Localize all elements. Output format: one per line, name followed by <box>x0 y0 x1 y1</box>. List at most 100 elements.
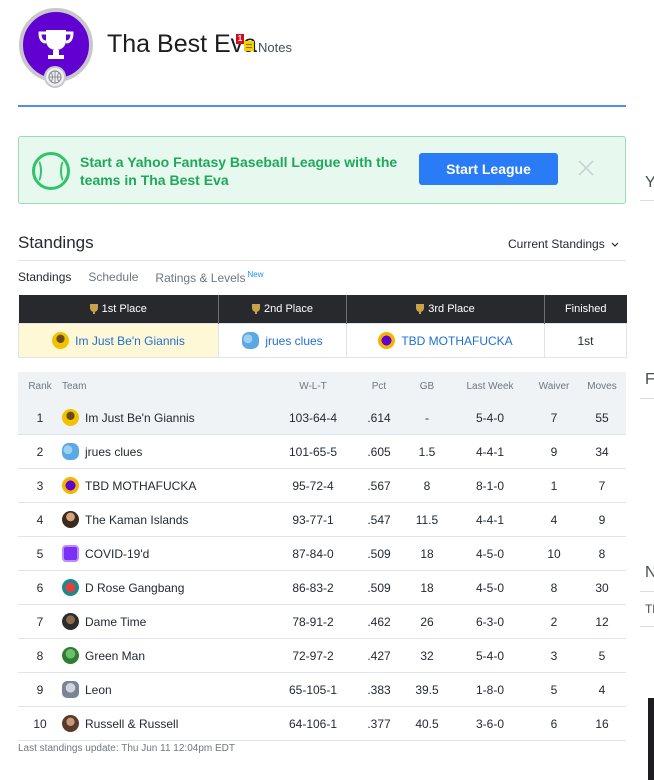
waiver: 6 <box>530 706 578 741</box>
table-row: 6 D Rose Gangbang 86-83-2 .509 18 4-5-0 … <box>18 570 626 605</box>
pct: .509 <box>354 570 404 605</box>
league-title: Tha Best Eva <box>107 30 258 58</box>
team-name-link[interactable]: The Kaman Islands <box>85 513 188 527</box>
wlt: 65-105-1 <box>272 672 354 707</box>
col-pct[interactable]: Pct <box>354 372 404 401</box>
place-header-1: 1st Place <box>18 295 219 324</box>
pct: .383 <box>354 672 404 707</box>
gb: 8 <box>404 468 450 503</box>
team-avatar <box>52 332 70 349</box>
team-avatar <box>62 613 79 630</box>
pct: .547 <box>354 502 404 537</box>
third-place-team-link[interactable]: TBD MOTHAFUCKA <box>401 334 512 348</box>
last-week: 6-3-0 <box>450 604 530 639</box>
last-week: 8-1-0 <box>450 468 530 503</box>
standings-subtabs: Standings Schedule Ratings & Levels New <box>18 270 280 285</box>
place-header-3: 3rd Place <box>346 295 545 324</box>
right-heading-1: Y <box>645 174 654 191</box>
second-place-team-link[interactable]: jrues clues <box>265 334 322 348</box>
col-team[interactable]: Team <box>62 372 272 401</box>
wlt: 86-83-2 <box>272 570 354 605</box>
standings-table: Rank Team W-L-T Pct GB Last Week Waiver … <box>18 372 626 741</box>
table-row: 1 Im Just Be'n Giannis 103-64-4 .614 - 5… <box>18 401 626 435</box>
rank: 2 <box>18 434 62 469</box>
team-name-link[interactable]: D Rose Gangbang <box>85 581 184 595</box>
standings-view-dropdown[interactable]: Current Standings <box>508 237 619 251</box>
wlt: 64-106-1 <box>272 706 354 741</box>
team-avatar <box>62 511 79 528</box>
rank: 1 <box>18 401 62 435</box>
rank: 9 <box>18 672 62 707</box>
last-week: 3-6-0 <box>450 706 530 741</box>
team-name-link[interactable]: Im Just Be'n Giannis <box>85 411 195 425</box>
rank: 8 <box>18 638 62 673</box>
gb: 18 <box>404 570 450 605</box>
team-cell: TBD MOTHAFUCKA <box>62 468 272 503</box>
promo-banner: Start a Yahoo Fantasy Baseball League wi… <box>18 136 626 204</box>
tab-ratings-levels-label: Ratings & Levels <box>155 271 246 285</box>
gb: 32 <box>404 638 450 673</box>
finished-header: Finished <box>544 295 627 324</box>
moves: 8 <box>578 536 626 571</box>
waiver: 2 <box>530 604 578 639</box>
trophy-icon <box>252 304 261 314</box>
team-name-link[interactable]: Leon <box>85 683 112 697</box>
rank: 10 <box>18 706 62 741</box>
gb: 11.5 <box>404 502 450 537</box>
team-avatar <box>62 715 79 732</box>
team-cell: Green Man <box>62 638 272 673</box>
promo-text: Start a Yahoo Fantasy Baseball League wi… <box>80 154 398 188</box>
pct: .605 <box>354 434 404 469</box>
place-header-2: 2nd Place <box>218 295 347 324</box>
gb: 40.5 <box>404 706 450 741</box>
col-last-week[interactable]: Last Week <box>450 372 530 401</box>
notes-count-badge: 1 <box>236 34 244 44</box>
team-cell: Im Just Be'n Giannis <box>62 401 272 435</box>
pct: .427 <box>354 638 404 673</box>
wlt: 72-97-2 <box>272 638 354 673</box>
team-name-link[interactable]: jrues clues <box>85 445 142 459</box>
col-gb[interactable]: GB <box>404 372 450 401</box>
gb: 18 <box>404 536 450 571</box>
right-divider <box>640 200 654 201</box>
gb: 26 <box>404 604 450 639</box>
waiver: 8 <box>530 570 578 605</box>
right-heading-3: N <box>645 564 654 581</box>
tab-schedule[interactable]: Schedule <box>88 270 138 285</box>
last-week: 1-8-0 <box>450 672 530 707</box>
col-moves[interactable]: Moves <box>578 372 626 401</box>
team-avatar <box>62 647 79 664</box>
moves: 12 <box>578 604 626 639</box>
first-place-team-link[interactable]: Im Just Be'n Giannis <box>75 334 185 348</box>
tab-standings[interactable]: Standings <box>18 270 71 285</box>
col-wlt[interactable]: W-L-T <box>272 372 354 401</box>
team-name-link[interactable]: COVID-19'd <box>85 547 149 561</box>
first-place-cell: Im Just Be'n Giannis <box>18 323 219 358</box>
col-rank[interactable]: Rank <box>18 372 62 401</box>
close-icon[interactable] <box>575 157 597 179</box>
wlt: 78-91-2 <box>272 604 354 639</box>
trophy-icon <box>416 304 425 314</box>
waiver: 5 <box>530 672 578 707</box>
standings-view-label: Current Standings <box>508 237 605 251</box>
team-name-link[interactable]: Dame Time <box>85 615 146 629</box>
moves: 4 <box>578 672 626 707</box>
team-name-link[interactable]: TBD MOTHAFUCKA <box>85 479 196 493</box>
table-row: 2 jrues clues 101-65-5 .605 1.5 4-4-1 9 … <box>18 434 626 469</box>
team-cell: Dame Time <box>62 604 272 639</box>
notes-link[interactable]: 1 Notes <box>236 34 292 55</box>
team-name-link[interactable]: Russell & Russell <box>85 717 178 731</box>
last-update-text: Last standings update: Thu Jun 11 12:04p… <box>18 743 235 754</box>
rank: 3 <box>18 468 62 503</box>
team-name-link[interactable]: Green Man <box>85 649 145 663</box>
start-league-button[interactable]: Start League <box>419 153 558 185</box>
moves: 9 <box>578 502 626 537</box>
col-waiver[interactable]: Waiver <box>530 372 578 401</box>
wlt: 93-77-1 <box>272 502 354 537</box>
new-badge: New <box>247 270 264 279</box>
table-row: 5 COVID-19'd 87-84-0 .509 18 4-5-0 10 8 <box>18 536 626 571</box>
team-avatar <box>62 409 79 426</box>
trophy-icon <box>89 304 98 314</box>
notes-label: Notes <box>258 40 292 55</box>
tab-ratings-levels[interactable]: Ratings & Levels New <box>155 270 263 285</box>
